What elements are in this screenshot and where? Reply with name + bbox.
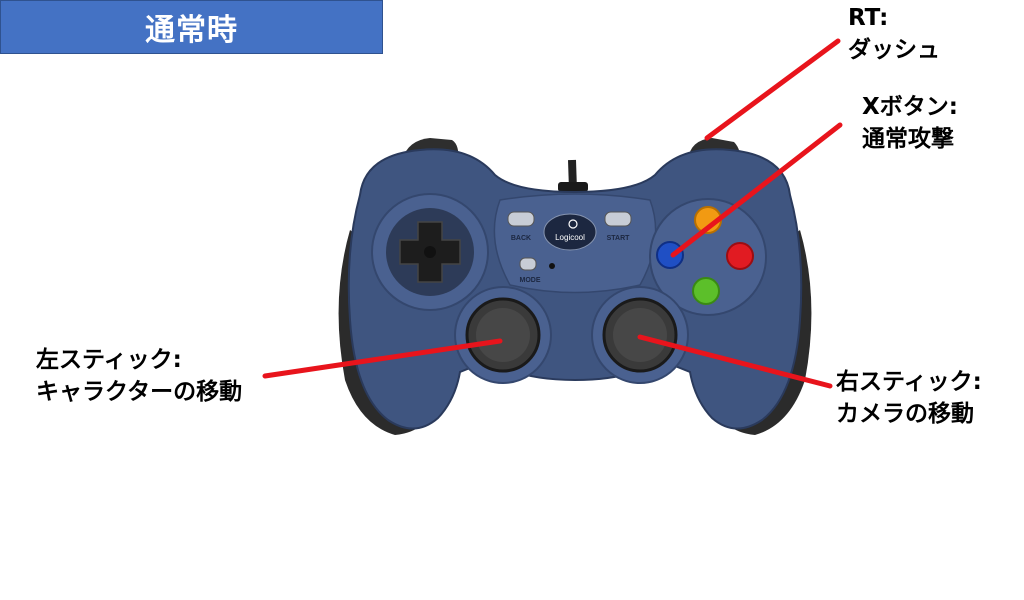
cable-port (558, 182, 588, 192)
start-button (604, 211, 632, 227)
left-stick-label: 左スティック: キャラクターの移動 (36, 344, 242, 408)
right-stick-label-line1: 右スティック: (836, 369, 982, 395)
back-label: BACK (511, 235, 531, 242)
rt-label: RT: ダッシュ (848, 2, 940, 66)
mode-led (549, 263, 555, 269)
gamepad-diagram: BACK START Logicool MODE (262, 38, 843, 435)
x-button-label-line2: 通常攻撃 (862, 126, 954, 152)
left-stick-label-line2: キャラクターの移動 (36, 379, 243, 405)
a-button (692, 277, 720, 305)
mode-label: MODE (520, 277, 541, 284)
right-stick-label: 右スティック: カメラの移動 (836, 366, 982, 430)
left-stick-cap (476, 308, 530, 362)
x-button-label-line1: Xボタン: (862, 94, 958, 120)
mode-button (519, 257, 537, 271)
x-button (656, 241, 684, 269)
b-button (726, 242, 754, 270)
rt-pointer-line (704, 38, 841, 141)
back-button (507, 211, 535, 227)
rt-label-line2: ダッシュ (848, 37, 940, 63)
rt-label-line1: RT: (848, 5, 889, 31)
dpad-center (424, 246, 436, 258)
right-stick-label-line2: カメラの移動 (836, 401, 974, 427)
start-label: START (607, 235, 631, 242)
x-button-label: Xボタン: 通常攻撃 (862, 91, 958, 155)
left-stick-label-line1: 左スティック: (36, 347, 182, 373)
logo-badge (543, 213, 597, 251)
logo-text: Logicool (555, 233, 585, 242)
